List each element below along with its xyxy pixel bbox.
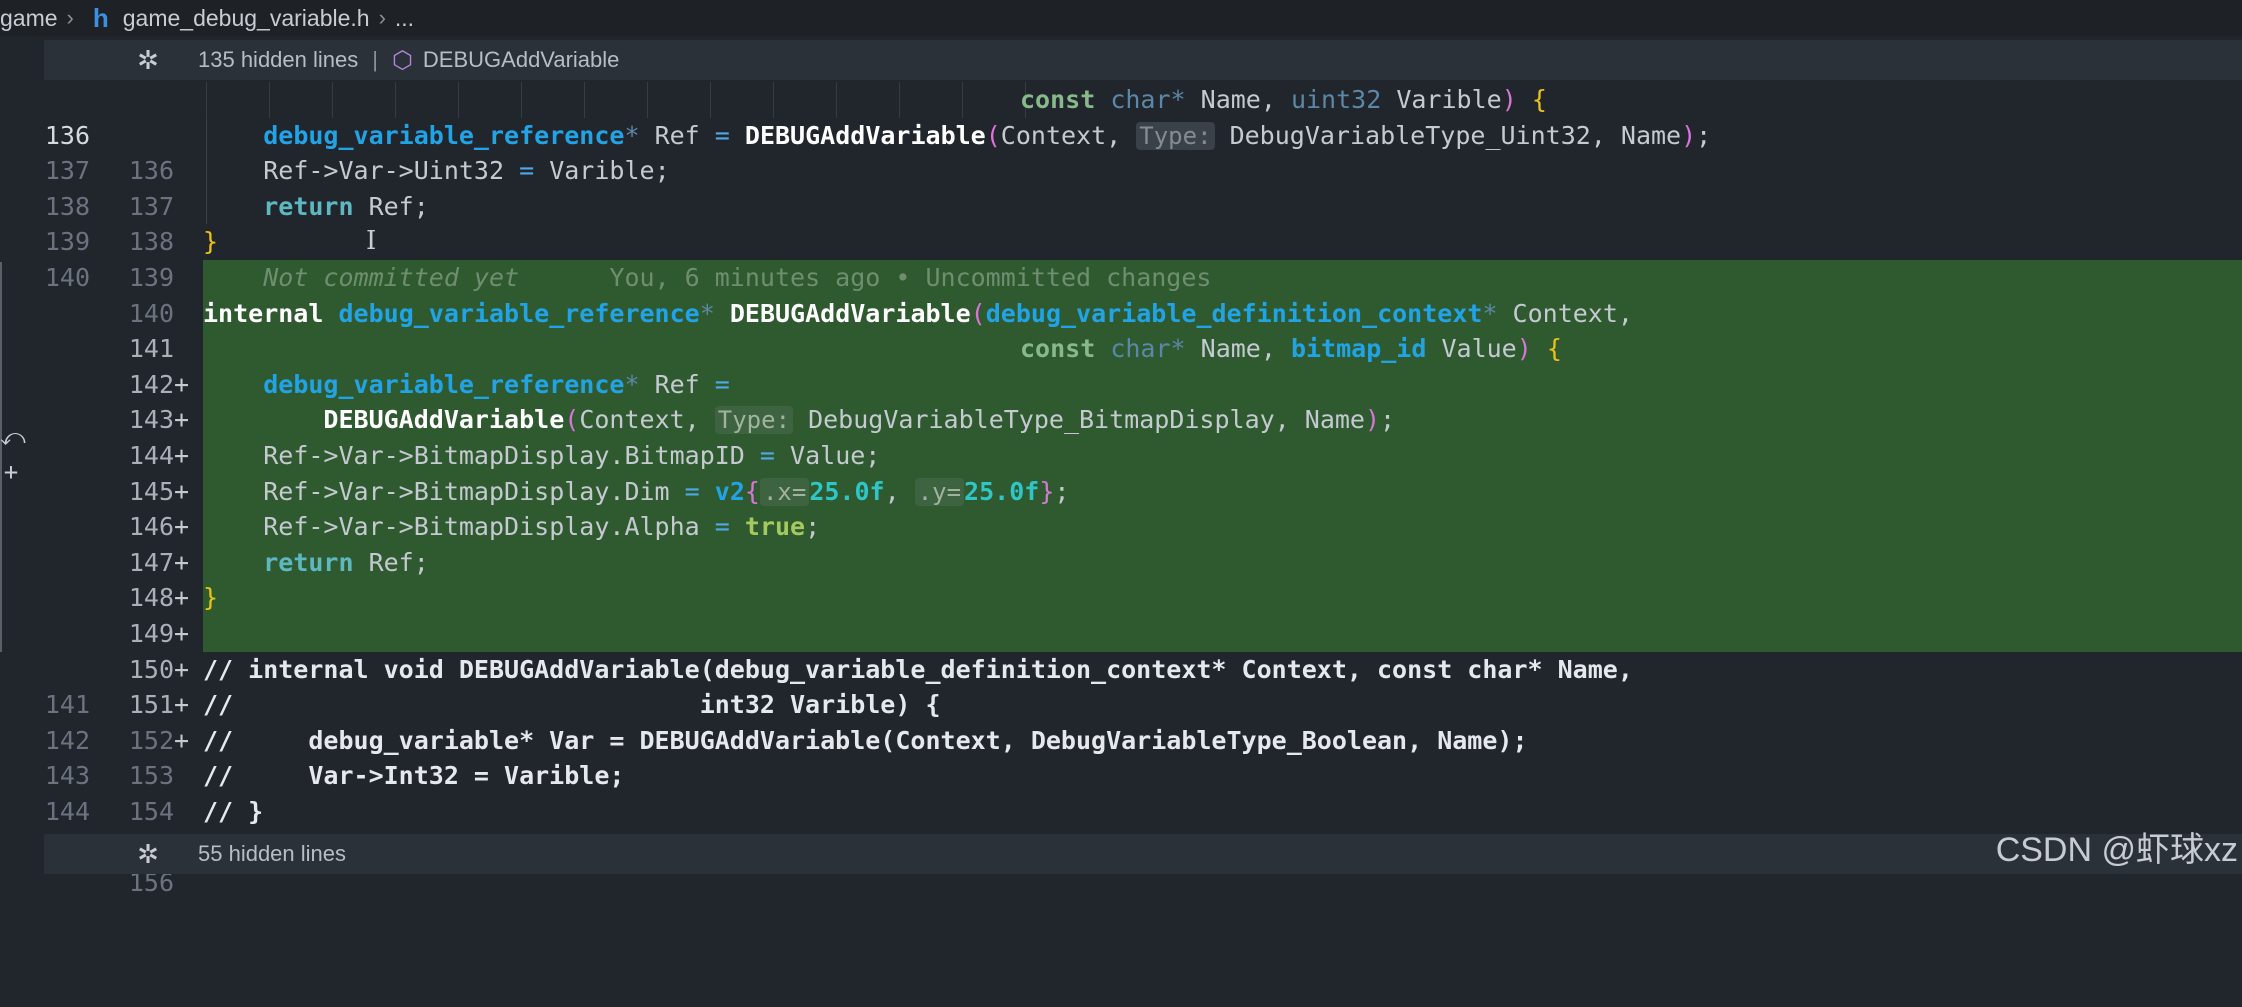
fold-bar-top[interactable]: ✲ 135 hidden lines | ⬡ DEBUGAddVariable	[44, 40, 2242, 80]
line-content[interactable]: Not committed yet You, 6 minutes ago • U…	[203, 259, 2242, 296]
comment: // debug_variable* Var = DEBUGAddVariabl…	[203, 725, 1528, 755]
cube-icon: ⬡	[391, 46, 413, 74]
code-line[interactable]: 136 136 const char* Name, uint32 Varible…	[0, 82, 2242, 185]
line-content[interactable]: internal debug_variable_reference* DEBUG…	[203, 295, 2242, 332]
line-content[interactable]: const char* Name, uint32 Varible) {	[203, 82, 2242, 118]
code-line-added[interactable]: 151 +	[0, 615, 2242, 755]
code-line[interactable]: 139 139 return Ref;	[0, 188, 2242, 292]
line-content[interactable]: return Ref;	[203, 189, 2242, 225]
fold-bar-bottom[interactable]: ✲ 55 hidden lines	[44, 834, 2242, 874]
hidden-lines-label: 55 hidden lines	[198, 841, 347, 866]
breadcrumb-more[interactable]: ...	[395, 5, 414, 32]
line-content[interactable]: // internal void DEBUGAddVariable(debug_…	[203, 652, 2242, 688]
code-line[interactable]: 140 140 }	[0, 224, 2242, 327]
code-line[interactable]: 143 154 // debug_variable* Var = DEBUGAd…	[0, 723, 2242, 826]
line-content[interactable]: DEBUGAddVariable(Context, Type: DebugVar…	[203, 402, 2242, 438]
line-content[interactable]: }	[203, 224, 2242, 260]
line-content[interactable]: Ref->Var->Uint32 = Varible;	[203, 153, 2242, 189]
code-line[interactable]: 137 137 debug_variable_reference* Ref = …	[0, 117, 2242, 221]
fold-icon[interactable]: ✲	[130, 839, 166, 870]
comment: // }	[203, 796, 264, 826]
comment: // Var->Int32 = Varible;	[203, 761, 625, 791]
chevron-right-icon: ›	[66, 5, 74, 30]
code-editor[interactable]: 136 136 const char* Name, uint32 Varible…	[0, 82, 2242, 897]
line-content[interactable]: // }	[203, 794, 2242, 830]
hidden-lines-label: 135 hidden lines	[198, 47, 359, 72]
code-line-added[interactable]: 141 + Not committed yet You, 6 minutes a…	[0, 259, 2242, 399]
breadcrumb-folder[interactable]: game	[0, 5, 58, 32]
line-content[interactable]	[203, 615, 2242, 652]
symbol-label[interactable]: DEBUGAddVariable	[423, 47, 619, 73]
breadcrumb-file[interactable]: game_debug_variable.h	[123, 5, 370, 32]
line-content[interactable]: const char* Name, bitmap_id Value) {	[203, 331, 2242, 367]
code-line[interactable]: 142 153 // int32 Varible) {	[0, 687, 2242, 790]
code-line-added[interactable]: 150 + }	[0, 580, 2242, 719]
code-line-added[interactable]: 146 + Ref->Var->BitmapDisplay.BitmapID =…	[0, 437, 2242, 577]
code-line[interactable]: 141 152 // internal void DEBUGAddVariabl…	[0, 652, 2242, 755]
line-content[interactable]: return Ref;	[203, 544, 2242, 581]
header-file-icon: h	[92, 2, 109, 33]
line-content[interactable]: debug_variable_reference* Ref = DEBUGAdd…	[203, 118, 2242, 154]
code-line-added[interactable]: 142 + internal debug_variable_reference*…	[0, 295, 2242, 434]
code-line-added[interactable]: 148 + Ref->Var->BitmapDisplay.Alpha = tr…	[0, 509, 2242, 648]
line-content[interactable]: Ref->Var->BitmapDisplay.BitmapID = Value…	[203, 437, 2242, 474]
blame-annotation: Not committed yet	[263, 262, 520, 292]
code-line-added[interactable]: 144 + debug_variable_reference* Ref =	[0, 366, 2242, 506]
divider: |	[372, 47, 378, 72]
field-hint: .x=	[759, 477, 810, 506]
line-content[interactable]: // int32 Varible) {	[203, 687, 2242, 723]
param-hint: Type:	[1136, 121, 1215, 150]
breadcrumb: game › h game_debug_variable.h › ...	[0, 0, 2242, 36]
watermark: CSDN @虾球xz	[1995, 831, 2238, 869]
code-line-added[interactable]: 145 + DEBUGAddVariable(Context, Type: De…	[0, 402, 2242, 541]
line-content[interactable]: // debug_variable* Var = DEBUGAddVariabl…	[203, 723, 2242, 759]
line-content[interactable]: Ref->Var->BitmapDisplay.Dim = v2{.x= 25.0…	[203, 473, 2242, 510]
line-content[interactable]: }	[203, 580, 2242, 616]
blame-details: You, 6 minutes ago • Uncommitted changes	[519, 262, 1212, 292]
line-content[interactable]: // Var->Int32 = Varible;	[203, 758, 2242, 794]
code-line[interactable]: 145 156 // }	[0, 794, 2242, 897]
param-hint: Type:	[714, 406, 794, 435]
chevron-right-icon: ›	[378, 5, 386, 30]
code-line[interactable]: 144 155 // Var->Int32 = Varible;	[0, 758, 2242, 861]
fold-icon[interactable]: ✲	[130, 45, 166, 76]
code-line[interactable]: 138 138 Ref->Var->Uint32 = Varible;	[0, 153, 2242, 256]
text-cursor-icon: I	[366, 226, 377, 256]
comment: // internal void DEBUGAddVariable(debug_…	[203, 654, 1633, 684]
field-hint: .y=	[914, 477, 965, 506]
code-line-added[interactable]: 143 + const char* Name, bitmap_id Value)…	[0, 331, 2242, 470]
comment: // int32 Varible) {	[203, 690, 941, 720]
line-content[interactable]: Ref->Var->BitmapDisplay.Alpha = true;	[203, 509, 2242, 545]
code-line-added[interactable]: 147 + Ref->Var->BitmapDisplay.Dim = v2{.…	[0, 473, 2242, 612]
line-content[interactable]: debug_variable_reference* Ref =	[203, 366, 2242, 403]
code-line-added[interactable]: 149 + return Ref;	[0, 544, 2242, 684]
